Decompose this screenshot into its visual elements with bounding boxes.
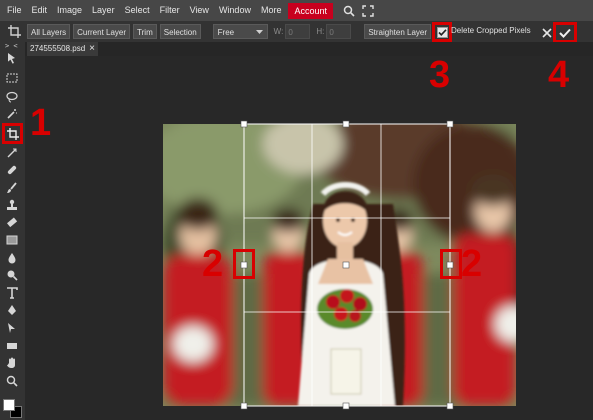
annotation-step-1: 1 xyxy=(30,102,52,144)
annotation-step-2-right: 2 xyxy=(461,243,483,285)
annotation-step-2-left: 2 xyxy=(202,243,224,285)
annotation-box-2-right xyxy=(440,249,462,279)
photopea-app: File Edit Image Layer Select Filter View… xyxy=(0,0,593,420)
annotation-box-2-left xyxy=(233,249,255,279)
crop-overlay[interactable] xyxy=(0,0,593,420)
annotation-step-3: 3 xyxy=(429,54,451,96)
annotation-step-4: 4 xyxy=(548,54,570,96)
